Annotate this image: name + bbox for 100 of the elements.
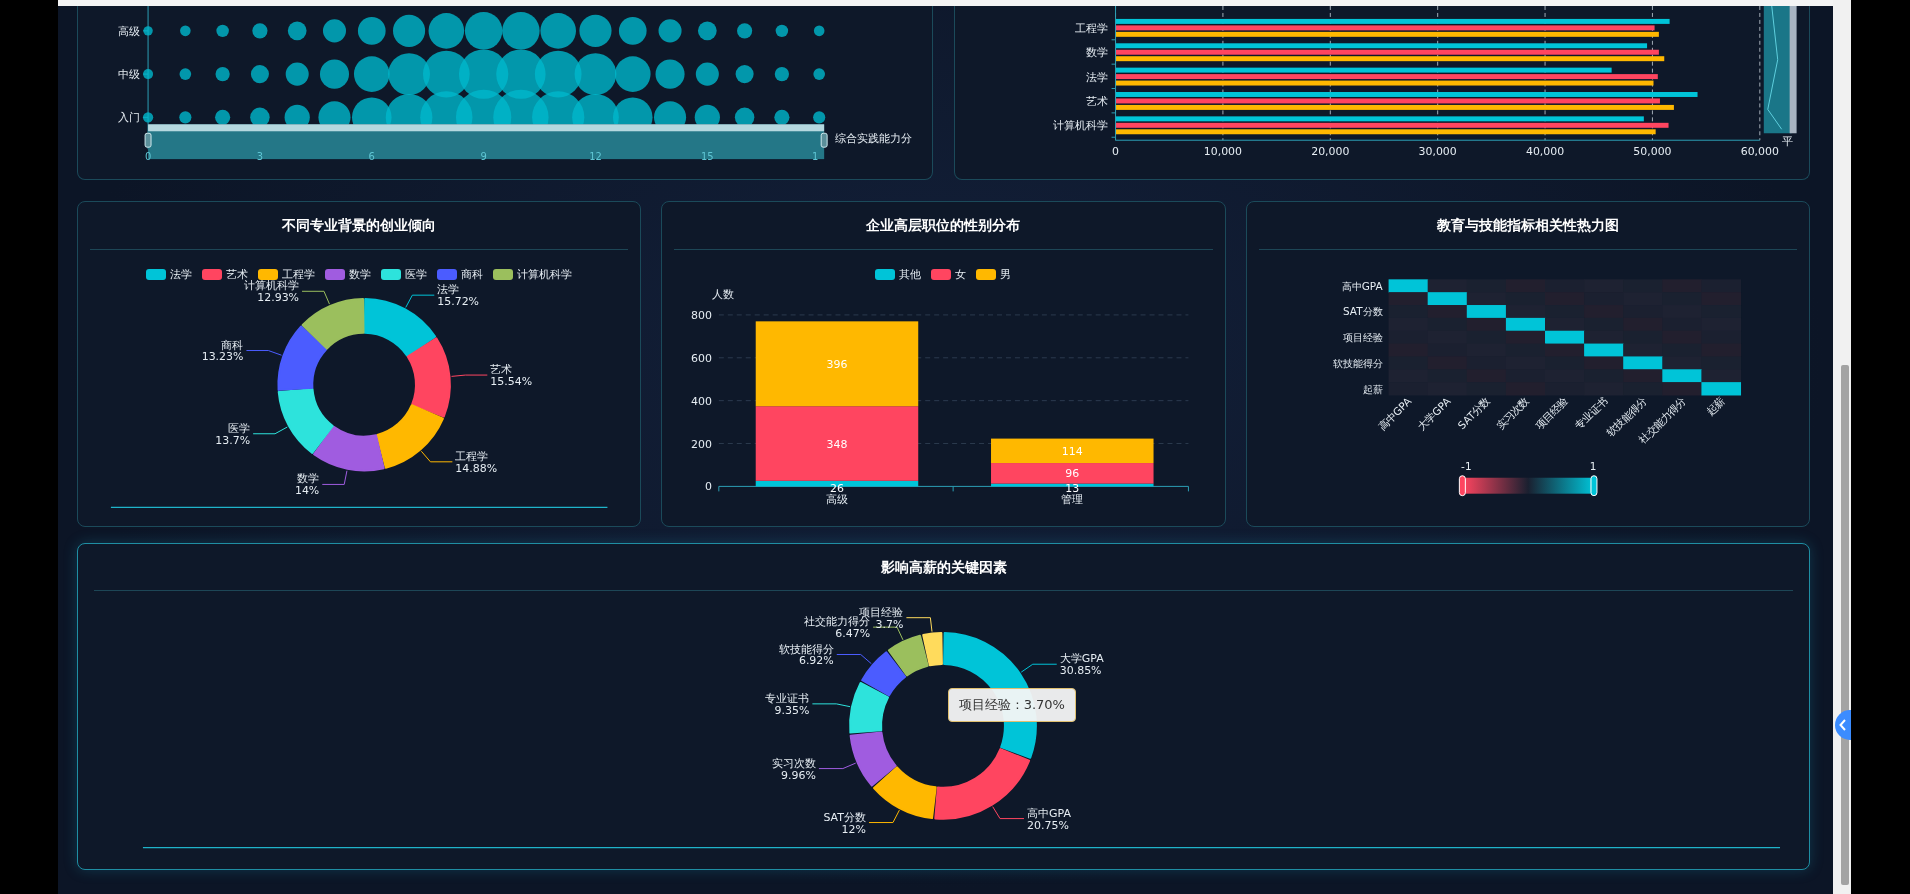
- leader-line: [868, 809, 900, 824]
- scrollbar-thumb[interactable]: [1841, 365, 1849, 885]
- scrollbar[interactable]: [1833, 0, 1851, 894]
- legend-label: 男: [1000, 267, 1012, 283]
- axis-tick-label: 400: [691, 394, 713, 408]
- bubble: [216, 24, 229, 38]
- axis-tick-label: 9: [480, 151, 487, 163]
- bubble: [618, 17, 647, 45]
- slice-label: 商科: [221, 338, 244, 352]
- panel-title: 教育与技能指标相关性热力图: [1435, 216, 1620, 235]
- bubble: [735, 65, 754, 84]
- bubble: [357, 17, 386, 45]
- axis-label: 工程学: [1074, 21, 1108, 35]
- axis-tick-label: 20,000: [1311, 145, 1350, 159]
- leader-line: [811, 703, 851, 708]
- legend-item[interactable]: 其他: [875, 267, 922, 283]
- slice-percent: 14%: [294, 484, 320, 498]
- slice-percent: 3.7%: [875, 618, 904, 631]
- axis-label: 中级: [118, 68, 141, 82]
- legend-label: 数学: [349, 267, 372, 283]
- bubble: [813, 68, 825, 80]
- range-slider[interactable]: [144, 124, 828, 160]
- legend-item[interactable]: 商科: [437, 267, 484, 283]
- leader-line: [420, 450, 453, 463]
- bubble: [353, 56, 390, 92]
- bubble: [813, 25, 825, 37]
- axis-tick-label: 200: [691, 437, 713, 451]
- donut-slice[interactable]: [406, 337, 451, 418]
- slice-label: 大学GPA: [1059, 652, 1104, 666]
- axis-label: 高中GPA: [1341, 279, 1383, 292]
- bubble: [813, 111, 826, 124]
- slice-percent: 30.85%: [1059, 664, 1102, 678]
- leader-line: [1020, 664, 1058, 673]
- bubble: [215, 109, 231, 125]
- bubble: [179, 68, 192, 80]
- slice-percent: 15.72%: [437, 294, 480, 308]
- leader-line: [321, 469, 348, 485]
- range-slider[interactable]: [1763, 6, 1797, 134]
- axis-tick-label: 0: [144, 151, 152, 163]
- bubble: [143, 69, 154, 80]
- slice-percent: 20.75%: [1027, 818, 1069, 832]
- legend-item[interactable]: 计算机科学: [493, 267, 573, 283]
- donut-slice[interactable]: [887, 635, 929, 677]
- bubble: [319, 59, 350, 89]
- bubble: [502, 12, 540, 50]
- chevron-left-icon: [1839, 719, 1847, 731]
- bubble: [775, 24, 789, 38]
- bubble: [540, 13, 576, 49]
- bubble: [142, 112, 154, 123]
- donut-slice[interactable]: [376, 403, 444, 469]
- axis-label: 高级: [826, 493, 849, 507]
- collapse-button[interactable]: [1835, 710, 1851, 740]
- bubble: [464, 12, 503, 50]
- axis-tick-label: 0: [1112, 145, 1119, 159]
- slice-label: 数学: [297, 472, 320, 486]
- bubble: [285, 62, 309, 86]
- legend-item[interactable]: 数学: [325, 267, 372, 283]
- legend-item[interactable]: 女: [931, 267, 967, 283]
- slice-percent: 15.54%: [490, 374, 533, 388]
- legend-item[interactable]: 医学: [381, 267, 428, 283]
- legend-item[interactable]: 法学: [146, 267, 193, 283]
- axis-label: 管理: [1061, 493, 1084, 507]
- donut-slice[interactable]: [873, 766, 937, 820]
- leader-line: [301, 290, 330, 305]
- legend-item[interactable]: 男: [976, 267, 1012, 283]
- leader-line: [905, 617, 933, 633]
- donut-slice[interactable]: [861, 651, 907, 697]
- leader-line: [405, 294, 435, 308]
- leader-line: [818, 762, 857, 770]
- legend-label: 计算机科学: [517, 267, 573, 283]
- axis-title: 人数: [712, 287, 735, 301]
- legend-label: 商科: [461, 267, 484, 283]
- axis-tick-label: 40,000: [1525, 145, 1565, 159]
- donut-slice[interactable]: [313, 425, 385, 472]
- axis-label: 起薪: [1703, 394, 1727, 418]
- bubble: [428, 13, 465, 49]
- panel-title: 企业高层职位的性别分布: [865, 216, 1022, 235]
- axis-tick-label: 50,000: [1633, 145, 1672, 159]
- axis-label: 项目经验: [1532, 394, 1570, 432]
- bubble: [143, 26, 153, 36]
- axis-tick-label: 800: [691, 308, 713, 322]
- donut-slice[interactable]: [301, 297, 365, 350]
- slice-percent: 13.23%: [201, 350, 244, 364]
- panel-title: 影响高薪的关键因素: [879, 558, 1008, 577]
- axis-tick-label: 0: [705, 480, 713, 494]
- donut-slice[interactable]: [849, 731, 897, 787]
- legend-label: 其他: [899, 267, 922, 283]
- axis-label: SAT分数: [1342, 305, 1383, 318]
- legend-label: 女: [955, 267, 967, 283]
- donut-slice[interactable]: [363, 297, 437, 357]
- slice-label: 工程学: [455, 449, 489, 463]
- leader-line: [245, 349, 282, 356]
- bubble: [574, 53, 617, 95]
- axis-label: 起薪: [1362, 382, 1383, 395]
- slice-label: 软技能得分: [778, 642, 834, 656]
- bubble: [695, 62, 719, 86]
- donut-slice[interactable]: [277, 325, 328, 391]
- axis-label: 高中GPA: [1375, 394, 1414, 433]
- slice-percent: 12%: [841, 822, 866, 836]
- slice-percent: 9.96%: [781, 768, 816, 782]
